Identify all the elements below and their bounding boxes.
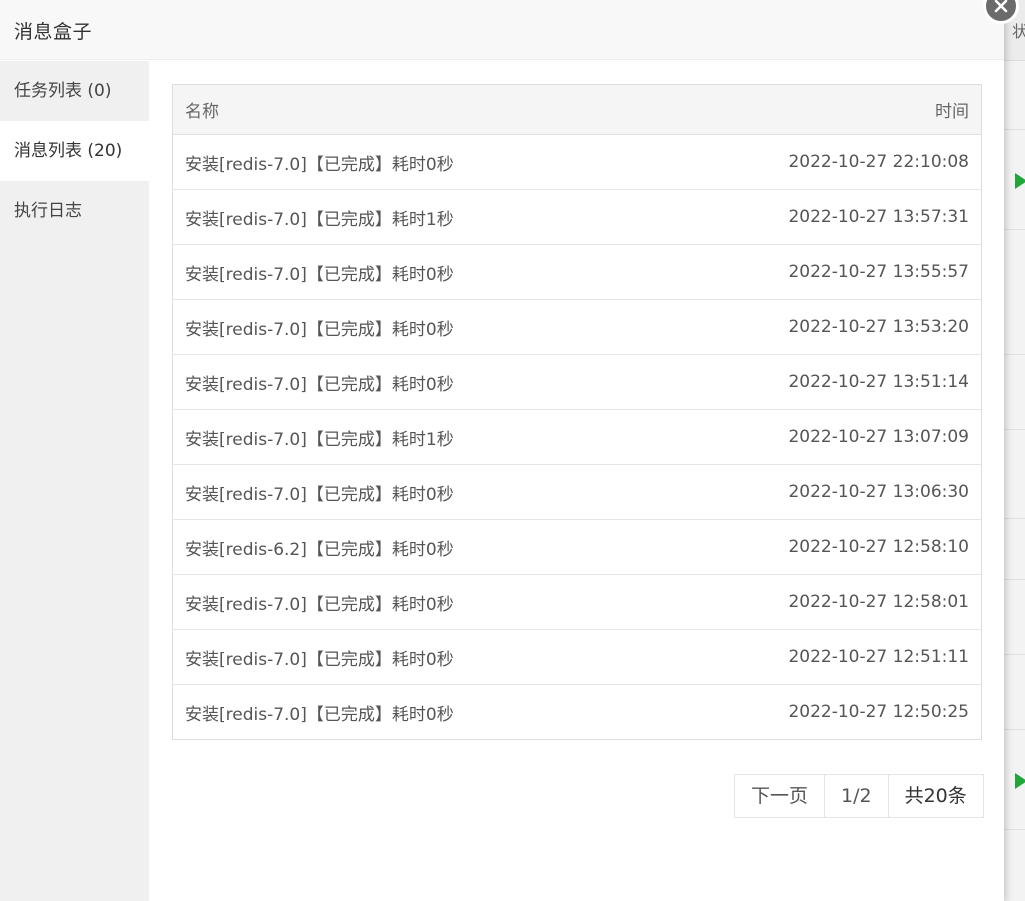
message-name-cell: 安装[redis-7.0]【已完成】耗时0秒: [172, 464, 649, 520]
table-row: 安装[redis-7.0]【已完成】耗时0秒 2022-10-27 22:10:0…: [172, 134, 982, 190]
message-time-cell: 2022-10-27 13:51:14: [648, 354, 982, 410]
message-name-cell: 安装[redis-7.0]【已完成】耗时0秒: [185, 704, 454, 725]
table-row: 安装[redis-7.0]【已完成】耗时0秒 2022-10-27 13:06:3…: [172, 464, 982, 520]
message-list-panel: 名称 时间 安装[redis-7.0]【已完成】耗时0秒 2022-10-27 2…: [149, 61, 1004, 901]
background-page: 状: [1004, 0, 1025, 901]
next-page-button[interactable]: 下一页: [735, 775, 826, 817]
background-row-divider: [1004, 579, 1025, 580]
table-row: 安装[redis-7.0]【已完成】耗时0秒 2022-10-27 13:53:2…: [172, 299, 982, 355]
message-name-cell: 安装[redis-7.0]【已完成】耗时0秒: [172, 574, 649, 630]
table-row: 安装[redis-7.0]【已完成】耗时1秒 2022-10-27 13:57:3…: [172, 189, 982, 245]
message-time-cell: 2022-10-27 12:58:01: [648, 574, 982, 630]
message-name-cell: 安装[redis-7.0]【已完成】耗时1秒: [172, 189, 649, 245]
column-header-name: 名称: [172, 84, 649, 135]
sidebar-item-label: 消息列表 (20): [14, 141, 123, 161]
sidebar-item-label: 执行日志: [14, 201, 82, 221]
message-time-cell: 2022-10-27 22:10:08: [648, 134, 982, 190]
message-time-cell: 2022-10-27 12:50:25: [788, 702, 969, 722]
sidebar-item-message-list[interactable]: 消息列表 (20): [0, 121, 149, 181]
message-name-cell: 安装[redis-6.2]【已完成】耗时0秒: [172, 519, 649, 575]
table-row: 安装[redis-7.0]【已完成】耗时0秒 2022-10-27 12:51:1…: [172, 629, 982, 685]
background-row-divider: [1004, 354, 1025, 355]
message-time-cell: 2022-10-27 13:53:20: [648, 299, 982, 355]
background-row-divider: [1004, 654, 1025, 655]
message-name-cell: 安装[redis-7.0]【已完成】耗时0秒: [172, 629, 649, 685]
message-table-body: 安装[redis-7.0]【已完成】耗时0秒 2022-10-27 22:10:0…: [172, 134, 982, 740]
dialog-sidebar: 任务列表 (0) 消息列表 (20) 执行日志: [0, 61, 149, 901]
column-header-time: 时间: [648, 84, 982, 135]
message-table: 名称 时间 安装[redis-7.0]【已完成】耗时0秒 2022-10-27 2…: [172, 84, 982, 740]
table-header-row: 名称 时间: [172, 84, 982, 135]
message-time-cell: 2022-10-27 12:51:11: [648, 629, 982, 685]
message-time-cell: 2022-10-27 13:07:09: [648, 409, 982, 465]
total-count: 共20条: [904, 785, 967, 807]
play-icon[interactable]: [1015, 173, 1025, 189]
message-box-dialog: 消息盒子 任务列表 (0) 消息列表 (20) 执行日志 名称 时间 安装[re…: [0, 0, 1019, 901]
background-row-divider: [1004, 829, 1025, 830]
play-icon[interactable]: [1015, 773, 1025, 789]
sidebar-item-execution-log[interactable]: 执行日志: [0, 181, 149, 241]
background-row-divider: [1004, 729, 1025, 730]
table-row: 安装[redis-6.2]【已完成】耗时0秒 2022-10-27 12:58:1…: [172, 519, 982, 575]
message-time-cell: 2022-10-27 13:57:31: [648, 189, 982, 245]
pagination: 下一页 1/2 共20条: [734, 774, 984, 818]
background-row-divider: [1004, 429, 1025, 430]
table-row: 安装[redis-7.0]【已完成】耗时0秒 2022-10-27 12:58:0…: [172, 574, 982, 630]
background-row-divider: [1004, 129, 1025, 130]
close-icon: [994, 0, 1008, 13]
page-indicator: 1/2: [825, 775, 889, 817]
message-name-cell: 安装[redis-7.0]【已完成】耗时0秒: [172, 299, 649, 355]
table-row: 安装[redis-7.0]【已完成】耗时0秒 2022-10-27 13:55:5…: [172, 244, 982, 300]
message-name-cell: 安装[redis-7.0]【已完成】耗时0秒: [172, 134, 649, 190]
message-time-cell: 2022-10-27 13:55:57: [648, 244, 982, 300]
sidebar-item-task-list[interactable]: 任务列表 (0): [0, 61, 149, 121]
table-row: 安装[redis-7.0]【已完成】耗时0秒 2022-10-27 13:51:1…: [172, 354, 982, 410]
table-row: 安装[redis-7.0]【已完成】耗时0秒 2022-10-27 12:50:2…: [173, 685, 982, 740]
message-name-cell: 安装[redis-7.0]【已完成】耗时0秒: [172, 354, 649, 410]
message-time-cell: 2022-10-27 13:06:30: [648, 464, 982, 520]
message-name-cell: 安装[redis-7.0]【已完成】耗时1秒: [172, 409, 649, 465]
background-row-divider: [1004, 518, 1025, 519]
background-row-divider: [1004, 229, 1025, 230]
message-name-cell: 安装[redis-7.0]【已完成】耗时0秒: [172, 244, 649, 300]
sidebar-item-label: 任务列表 (0): [14, 81, 112, 101]
dialog-title-bar: 消息盒子: [0, 0, 1004, 60]
dialog-title: 消息盒子: [14, 21, 93, 43]
background-header-fragment: 状: [1012, 22, 1025, 41]
message-time-cell: 2022-10-27 12:58:10: [648, 519, 982, 575]
table-row: 安装[redis-7.0]【已完成】耗时1秒 2022-10-27 13:07:0…: [172, 409, 982, 465]
